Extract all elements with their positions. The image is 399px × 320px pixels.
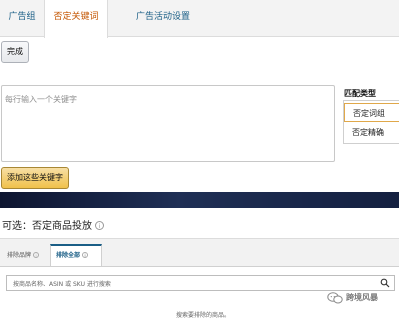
info-icon: i	[82, 252, 89, 258]
add-keywords-button[interactable]: 添加这些关键字	[1, 167, 69, 189]
tab-ad-groups[interactable]: 广告组	[0, 0, 44, 37]
keyword-textarea[interactable]: 每行输入一个关键字	[1, 85, 335, 162]
tab-campaign-settings[interactable]: 广告活动设置	[108, 0, 218, 37]
match-type-title: 匹配类型	[344, 89, 376, 98]
tab-exclude-brands[interactable]: 排除品牌 i	[2, 246, 48, 266]
done-button[interactable]: 完成	[1, 41, 29, 63]
tab-exclude-brands-label: 排除品牌	[7, 252, 32, 259]
search-icon[interactable]	[380, 278, 390, 288]
optional-section-title: 可选：否定商品投放 i	[2, 217, 104, 232]
keyword-textarea-placeholder: 每行输入一个关键字	[5, 95, 77, 104]
product-search-input[interactable]: 按商品名称、ASIN 或 SKU 进行搜索	[6, 275, 395, 291]
chat-bubble-icon	[327, 292, 343, 304]
tab-negative-keywords[interactable]: 否定关键词	[44, 0, 108, 38]
optional-section-title-text: 可选：否定商品投放	[2, 221, 92, 232]
match-type-list: 否定词组 否定精确	[343, 100, 399, 144]
match-option-negative-phrase[interactable]: 否定词组	[344, 103, 399, 122]
watermark-text: 跨境风暴	[346, 293, 378, 302]
empty-state-message: 搜索要排除的商品。	[176, 312, 231, 319]
divider-band	[0, 192, 399, 208]
product-targeting-panel: 排除品牌 i 排除全部 i 按商品名称、ASIN 或 SKU 进行搜索 搜索要排除的…	[0, 238, 399, 320]
match-option-negative-exact[interactable]: 否定精确	[344, 123, 399, 142]
info-icon[interactable]: i	[95, 221, 104, 230]
product-search-placeholder: 按商品名称、ASIN 或 SKU 进行搜索	[13, 281, 111, 288]
top-tab-bar: 广告组 否定关键词 广告活动设置	[0, 0, 399, 38]
info-icon: i	[33, 252, 40, 258]
tab-exclude-all-label: 排除全部	[56, 252, 81, 259]
tab-exclude-all[interactable]: 排除全部 i	[50, 244, 102, 266]
